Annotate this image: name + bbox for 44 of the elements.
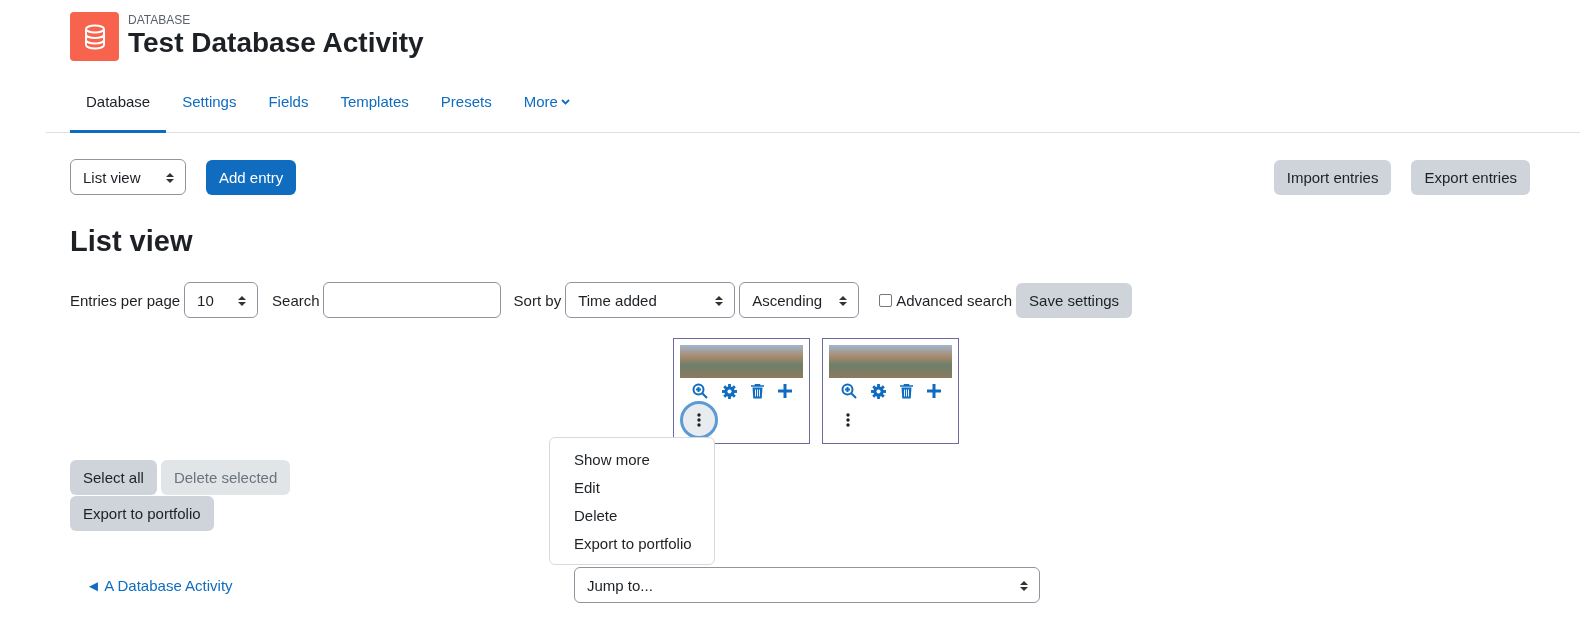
sort-by-label: Sort by	[513, 291, 562, 309]
nav-tab[interactable]: Fields	[252, 81, 325, 133]
page-title: Test Database Activity	[128, 27, 424, 59]
entries-per-page-label: Entries per page	[70, 291, 181, 309]
settings-icon[interactable]	[871, 383, 886, 399]
actions-menu-button[interactable]	[680, 401, 718, 439]
menu-item[interactable]: Show more	[550, 445, 714, 473]
add-icon[interactable]	[778, 384, 792, 398]
zoom-in-icon[interactable]	[692, 383, 708, 399]
menu-item[interactable]: Export to portfolio	[550, 529, 714, 557]
database-icon	[70, 12, 119, 61]
export-entries-button[interactable]: Export entries	[1411, 159, 1530, 195]
add-icon[interactable]	[927, 384, 941, 398]
sort-field-select[interactable]: Time added	[565, 282, 736, 318]
sort-order-select[interactable]: Ascending	[739, 282, 860, 318]
nav-tab[interactable]: Database	[70, 81, 167, 133]
add-entry-button[interactable]: Add entry	[206, 159, 297, 195]
save-settings-button[interactable]: Save settings	[1016, 282, 1133, 318]
per-page-select[interactable]: 10	[184, 282, 259, 318]
advanced-search-checkbox[interactable]	[879, 293, 893, 307]
import-entries-button[interactable]: Import entries	[1273, 159, 1392, 195]
search-label: Search	[272, 291, 320, 309]
menu-item[interactable]: Delete	[550, 501, 714, 529]
trash-icon[interactable]	[751, 383, 764, 399]
section-heading: List view	[70, 225, 194, 258]
advanced-search-label: Advanced search	[896, 291, 1013, 309]
nav-tab[interactable]: More	[507, 81, 586, 133]
menu-item[interactable]: Edit	[550, 473, 714, 501]
nav-tab[interactable]: Templates	[324, 81, 425, 133]
nav-tab[interactable]: Settings	[166, 81, 253, 133]
activity-type-label: DATABASE	[128, 13, 192, 27]
view-select[interactable]: List view	[70, 159, 186, 195]
zoom-in-icon[interactable]	[841, 383, 857, 399]
nav-tab[interactable]: Presets	[424, 81, 508, 133]
back-link[interactable]: ◄ A Database Activity	[86, 576, 574, 594]
more-vertical-icon	[697, 413, 701, 427]
more-vertical-icon	[846, 413, 850, 427]
bulk-action-button[interactable]: Select all	[70, 460, 157, 495]
chevron-down-icon	[560, 98, 570, 105]
trash-icon[interactable]	[900, 383, 913, 399]
search-field[interactable]	[322, 282, 501, 318]
settings-icon[interactable]	[722, 383, 737, 399]
jump-to-select[interactable]: Jump to...	[574, 567, 1040, 603]
bulk-action-button[interactable]: Export to portfolio	[70, 496, 214, 531]
